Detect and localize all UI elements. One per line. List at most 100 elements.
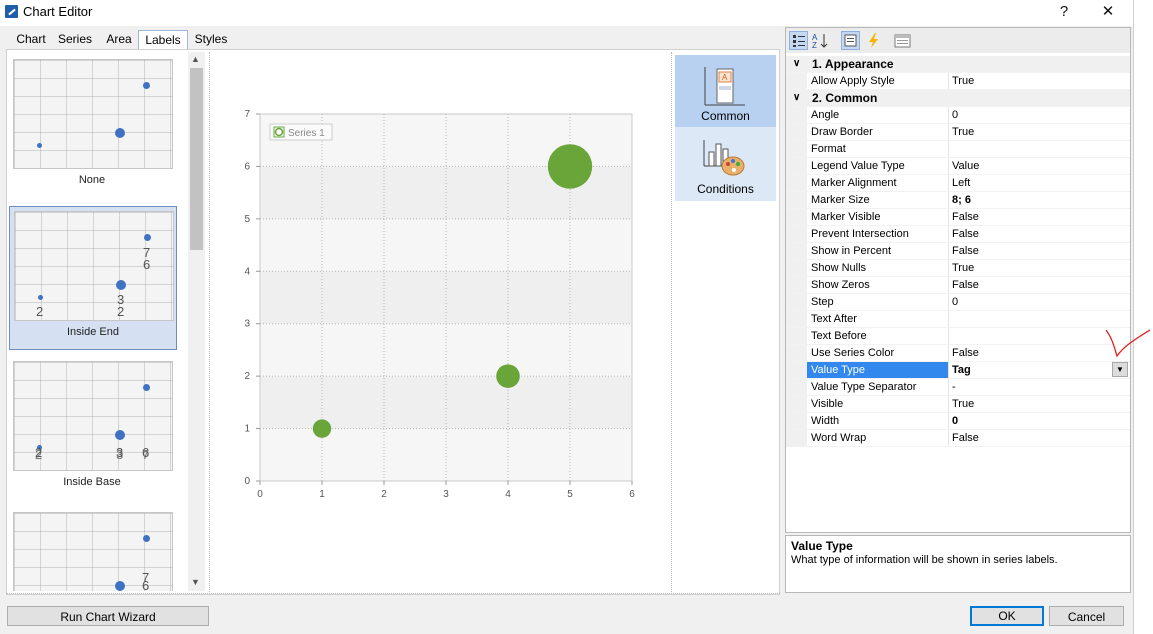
common-button[interactable]: A Common [675, 55, 776, 127]
property-row[interactable]: Show in Percent False [786, 243, 1130, 260]
row-gutter [786, 362, 807, 378]
row-gutter [786, 107, 807, 123]
help-button[interactable]: ? [1050, 2, 1078, 22]
preview-tag: 7 [142, 447, 150, 462]
property-row[interactable]: Format [786, 141, 1130, 158]
preview-tag: 3 [116, 447, 124, 462]
property-value[interactable]: Tag [952, 362, 1112, 378]
style-thumbnail-none[interactable]: None [9, 55, 175, 197]
property-value[interactable] [952, 328, 1112, 344]
row-gutter [786, 226, 807, 242]
property-name: Draw Border [811, 126, 873, 138]
title-bar [0, 0, 1133, 26]
tab-labels[interactable]: Labels [138, 30, 188, 50]
property-value[interactable]: True [952, 260, 1112, 276]
tab-chart[interactable]: Chart [11, 30, 51, 49]
property-value[interactable]: Value [952, 158, 1112, 174]
property-name: Marker Visible [811, 211, 881, 223]
property-value[interactable]: False [952, 277, 1112, 293]
property-value[interactable]: Left [952, 175, 1112, 191]
property-name: Width [811, 415, 840, 427]
tab-styles[interactable]: Styles [189, 30, 233, 49]
property-value[interactable]: False [952, 430, 1112, 446]
properties-view-icon[interactable] [841, 31, 860, 50]
property-row[interactable]: Legend Value Type Value [786, 158, 1130, 175]
property-value[interactable]: False [952, 243, 1112, 259]
property-row[interactable]: Draw Border True [786, 124, 1130, 141]
preview-tag: 2 [36, 304, 44, 319]
property-row[interactable]: Use Series Color False [786, 345, 1130, 362]
property-category[interactable]: ∨ 2. Common [786, 90, 1130, 107]
scroll-down-icon[interactable]: ▼ [191, 577, 200, 587]
row-gutter [786, 243, 807, 259]
property-value[interactable]: 0 [952, 107, 1112, 123]
x-tick-label: 5 [567, 489, 573, 500]
property-row[interactable]: Width 0 [786, 413, 1130, 430]
property-name: Marker Alignment [811, 177, 897, 189]
gallery-scrollbar[interactable]: ▲ ▼ [188, 52, 205, 591]
cancel-button[interactable]: Cancel [1049, 606, 1124, 626]
property-row[interactable]: Value Type Separator - [786, 379, 1130, 396]
property-row[interactable]: Marker Size 8; 6 [786, 192, 1130, 209]
events-lightning-icon[interactable] [864, 31, 883, 50]
column-separator [948, 124, 949, 140]
property-row[interactable]: Value Type Tag ▼ [786, 362, 1130, 379]
run-chart-wizard-button[interactable]: Run Chart Wizard [7, 606, 209, 626]
property-value[interactable]: 0 [952, 294, 1112, 310]
property-value[interactable]: False [952, 345, 1112, 361]
ok-button[interactable]: OK [970, 606, 1044, 626]
y-tick-label: 7 [244, 109, 250, 120]
divider [671, 52, 672, 592]
y-tick-label: 4 [244, 266, 250, 277]
property-value[interactable]: True [952, 396, 1112, 412]
style-thumbnail-outside[interactable]: 7 6 [9, 508, 175, 591]
property-value[interactable]: 8; 6 [952, 192, 1112, 208]
style-thumbnail-inside-end[interactable]: 7 6 3 2 2 Inside End [9, 206, 177, 350]
property-name: Show Zeros [811, 279, 870, 291]
property-value[interactable] [952, 311, 1112, 327]
tab-area[interactable]: Area [99, 30, 139, 49]
column-separator [948, 379, 949, 395]
preview-dot [37, 143, 42, 148]
preview-dot [116, 280, 126, 290]
style-thumbnail-inside-base[interactable]: 2 2 3 3 6 7 Inside Base [9, 357, 175, 499]
row-gutter [786, 413, 807, 429]
property-row[interactable]: Allow Apply Style True [786, 73, 1130, 90]
property-row[interactable]: Marker Alignment Left [786, 175, 1130, 192]
row-gutter [786, 294, 807, 310]
column-separator [948, 430, 949, 446]
property-value[interactable]: False [952, 226, 1112, 242]
property-category[interactable]: ∨ 1. Appearance [786, 56, 1130, 73]
collapse-chevron-icon[interactable]: ∨ [793, 90, 800, 106]
property-row[interactable]: Show Nulls True [786, 260, 1130, 277]
tab-series[interactable]: Series [54, 30, 96, 49]
preview-dot [143, 82, 150, 89]
collapse-chevron-icon[interactable]: ∨ [793, 56, 800, 72]
property-value[interactable]: False [952, 209, 1112, 225]
thumbnail-label: Inside Base [63, 476, 121, 488]
conditions-button[interactable]: Conditions [675, 128, 776, 200]
property-value[interactable]: True [952, 124, 1112, 140]
close-button[interactable]: ✕ [1094, 2, 1122, 22]
property-row[interactable]: Show Zeros False [786, 277, 1130, 294]
property-row[interactable]: Word Wrap False [786, 430, 1130, 447]
property-row[interactable]: Text After [786, 311, 1130, 328]
property-value[interactable]: - [952, 379, 1112, 395]
property-value[interactable] [952, 141, 1112, 157]
alphabetical-sort-icon[interactable]: AZ [811, 31, 830, 50]
property-row[interactable]: Prevent Intersection False [786, 226, 1130, 243]
property-row[interactable]: Marker Visible False [786, 209, 1130, 226]
scroll-up-icon[interactable]: ▲ [191, 54, 200, 64]
property-row[interactable]: Angle 0 [786, 107, 1130, 124]
dropdown-arrow-icon[interactable]: ▼ [1112, 362, 1128, 377]
property-row[interactable]: Step 0 [786, 294, 1130, 311]
property-row[interactable]: Text Before [786, 328, 1130, 345]
data-point [496, 364, 520, 388]
property-value[interactable]: True [952, 73, 1112, 89]
property-pages-icon[interactable] [893, 31, 912, 50]
categorized-view-icon[interactable] [789, 31, 808, 50]
scrollbar-thumb[interactable] [190, 68, 203, 250]
property-row[interactable]: Visible True [786, 396, 1130, 413]
property-value[interactable]: 0 [952, 413, 1112, 429]
property-name: Allow Apply Style [811, 75, 895, 87]
